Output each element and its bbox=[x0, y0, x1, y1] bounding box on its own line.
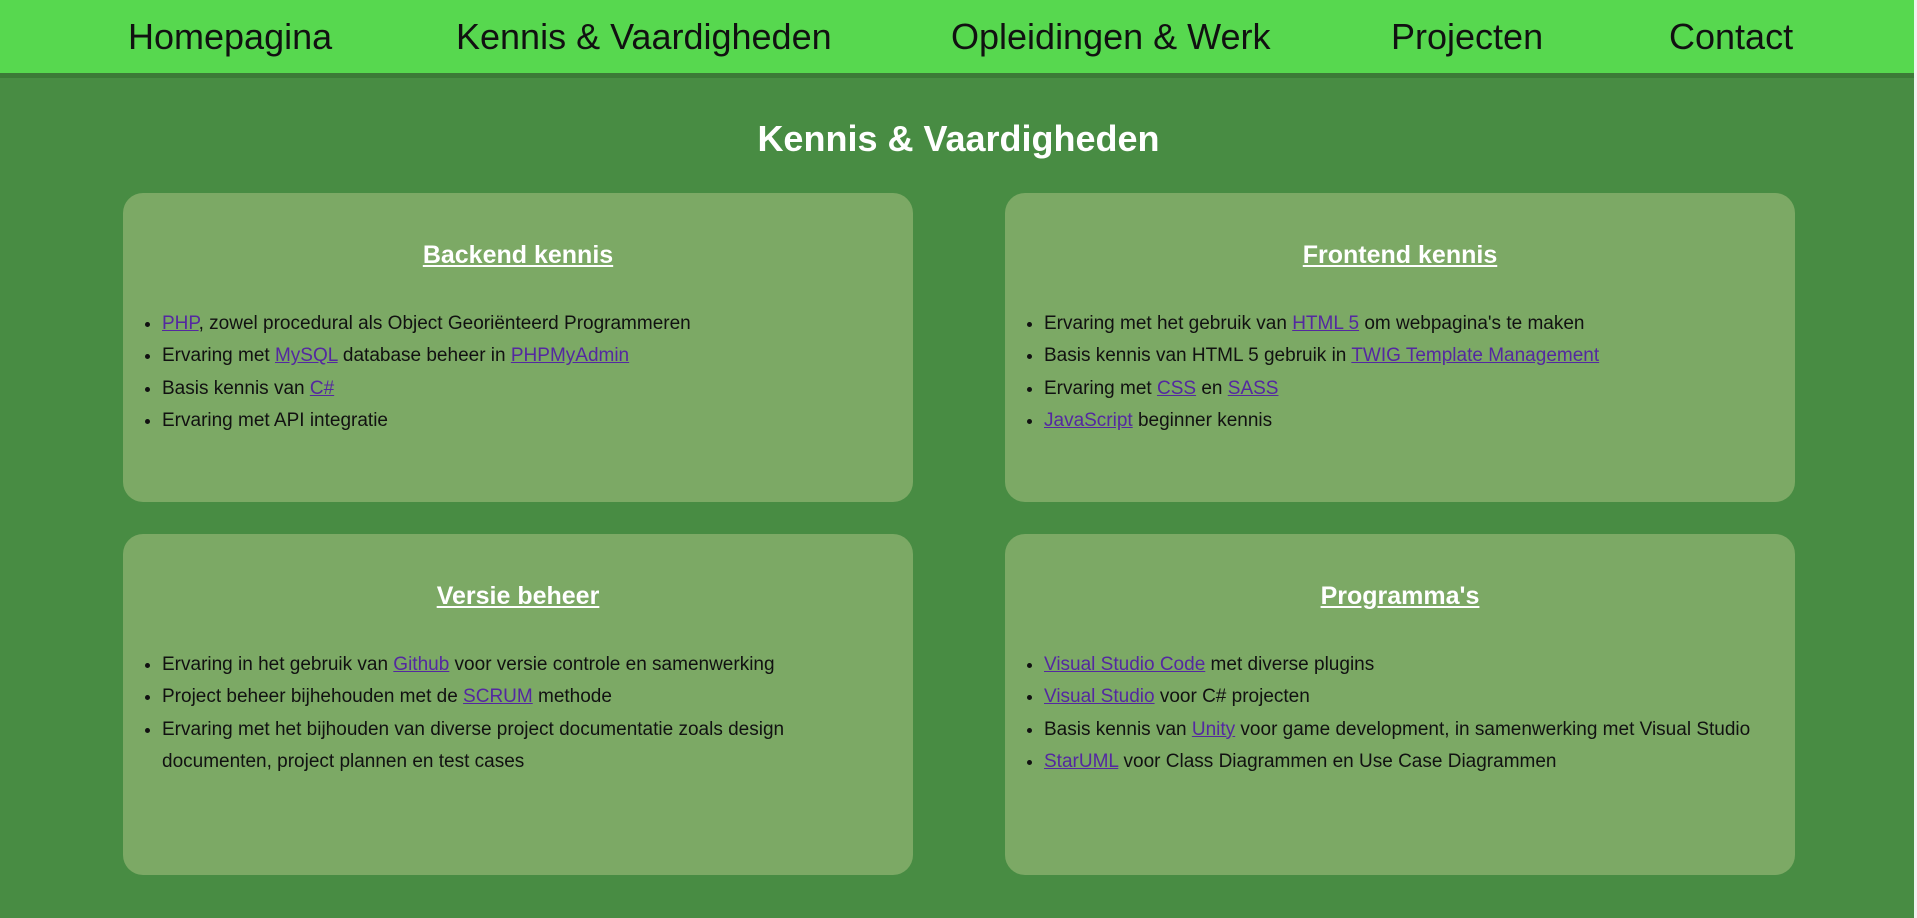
list-frontend: Ervaring met het gebruik van HTML 5 om w… bbox=[1005, 308, 1764, 438]
list-item: StarUML voor Class Diagrammen en Use Cas… bbox=[1044, 746, 1764, 778]
nav-opleidingen-werk[interactable]: Opleidingen & Werk bbox=[951, 15, 1271, 59]
list-item: Visual Studio Code met diverse plugins bbox=[1044, 649, 1764, 681]
top-navigation: Homepagina Kennis & Vaardigheden Opleidi… bbox=[0, 0, 1914, 78]
link-scrum[interactable]: SCRUM bbox=[463, 686, 533, 707]
list-item: Ervaring met MySQL database beheer in PH… bbox=[162, 340, 882, 372]
link-csharp[interactable]: C# bbox=[310, 378, 334, 399]
list-item: Ervaring met het bijhouden van diverse p… bbox=[162, 714, 882, 779]
list-item: JavaScript beginner kennis bbox=[1044, 405, 1764, 437]
card-title-versie-beheer: Versie beheer bbox=[436, 582, 600, 610]
link-mysql[interactable]: MySQL bbox=[275, 345, 338, 366]
link-visual-studio[interactable]: Visual Studio bbox=[1044, 686, 1155, 707]
card-programmas: Programma's Visual Studio Code met diver… bbox=[1005, 534, 1795, 875]
list-backend: PHP, zowel procedural als Object Georiën… bbox=[123, 308, 882, 438]
link-css[interactable]: CSS bbox=[1157, 378, 1196, 399]
list-item: Basis kennis van C# bbox=[162, 373, 882, 405]
link-staruml[interactable]: StarUML bbox=[1044, 751, 1118, 772]
list-programmas: Visual Studio Code met diverse plugins V… bbox=[1005, 649, 1764, 779]
nav-contact[interactable]: Contact bbox=[1669, 15, 1793, 59]
link-phpmyadmin[interactable]: PHPMyAdmin bbox=[511, 345, 629, 366]
list-versie-beheer: Ervaring in het gebruik van Github voor … bbox=[123, 649, 882, 779]
list-item: Basis kennis van Unity voor game develop… bbox=[1044, 714, 1764, 746]
nav-projecten[interactable]: Projecten bbox=[1391, 15, 1543, 59]
link-github[interactable]: Github bbox=[393, 654, 449, 675]
list-item: Ervaring met API integratie bbox=[162, 405, 882, 437]
link-sass[interactable]: SASS bbox=[1228, 378, 1279, 399]
list-item: Basis kennis van HTML 5 gebruik in TWIG … bbox=[1044, 340, 1764, 372]
list-item: PHP, zowel procedural als Object Georiën… bbox=[162, 308, 882, 340]
link-html5[interactable]: HTML 5 bbox=[1292, 313, 1359, 334]
page-title: Kennis & Vaardigheden bbox=[757, 118, 1160, 159]
nav-homepagina[interactable]: Homepagina bbox=[128, 15, 332, 59]
card-title-frontend: Frontend kennis bbox=[1302, 241, 1498, 269]
nav-kennis-vaardigheden[interactable]: Kennis & Vaardigheden bbox=[456, 15, 832, 59]
card-title-programmas: Programma's bbox=[1320, 582, 1480, 610]
link-visual-studio-code[interactable]: Visual Studio Code bbox=[1044, 654, 1205, 675]
link-unity[interactable]: Unity bbox=[1192, 719, 1235, 740]
list-item: Project beheer bijhehouden met de SCRUM … bbox=[162, 681, 882, 713]
list-item: Visual Studio voor C# projecten bbox=[1044, 681, 1764, 713]
link-php[interactable]: PHP bbox=[162, 313, 199, 334]
link-twig[interactable]: TWIG Template Management bbox=[1351, 345, 1599, 366]
list-item: Ervaring met CSS en SASS bbox=[1044, 373, 1764, 405]
card-title-backend: Backend kennis bbox=[422, 241, 614, 269]
list-item: Ervaring met het gebruik van HTML 5 om w… bbox=[1044, 308, 1764, 340]
card-backend: Backend kennis PHP, zowel procedural als… bbox=[123, 193, 913, 502]
card-frontend: Frontend kennis Ervaring met het gebruik… bbox=[1005, 193, 1795, 502]
list-item: Ervaring in het gebruik van Github voor … bbox=[162, 649, 882, 681]
card-versie-beheer: Versie beheer Ervaring in het gebruik va… bbox=[123, 534, 913, 875]
link-javascript[interactable]: JavaScript bbox=[1044, 410, 1133, 431]
